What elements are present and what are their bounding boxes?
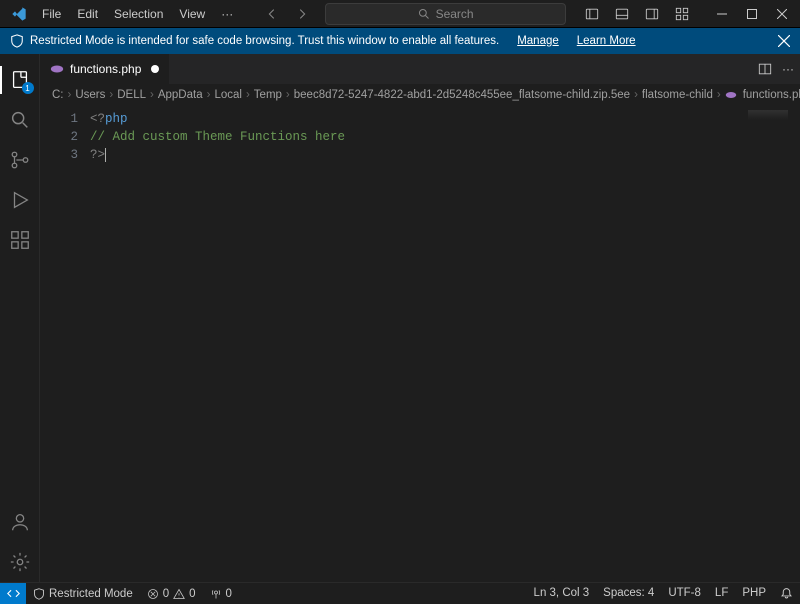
status-language[interactable]: PHP <box>735 587 773 599</box>
shield-icon <box>10 34 24 48</box>
status-encoding[interactable]: UTF-8 <box>661 587 708 599</box>
activity-explorer[interactable]: 1 <box>0 60 40 100</box>
warning-icon <box>173 588 185 600</box>
activity-run-debug[interactable] <box>0 180 40 220</box>
activity-source-control[interactable] <box>0 140 40 180</box>
manage-link[interactable]: Manage <box>517 35 559 47</box>
vscode-logo-icon <box>10 5 28 23</box>
line-gutter: 1 2 3 <box>40 106 90 582</box>
status-eol[interactable]: LF <box>708 587 735 599</box>
status-notifications[interactable] <box>773 587 800 600</box>
notification-message: Restricted Mode is intended for safe cod… <box>30 35 499 47</box>
window-close-button[interactable] <box>768 2 796 26</box>
error-icon <box>147 588 159 600</box>
breadcrumb-file[interactable]: functions.php <box>743 89 800 101</box>
menu-view[interactable]: View <box>171 3 213 25</box>
layout-icons <box>578 2 696 26</box>
breadcrumb-item[interactable]: Users <box>75 89 105 101</box>
line-number: 2 <box>40 128 78 146</box>
menu-edit[interactable]: Edit <box>69 3 106 25</box>
status-ports[interactable]: 0 <box>203 583 239 604</box>
line-number: 1 <box>40 110 78 128</box>
status-bar: Restricted Mode 0 0 0 Ln 3, Col 3 Spaces… <box>0 582 800 604</box>
minimap[interactable] <box>748 110 788 120</box>
restricted-mode-banner: Restricted Mode is intended for safe cod… <box>0 28 800 54</box>
status-indentation[interactable]: Spaces: 4 <box>596 587 661 599</box>
breadcrumb-item[interactable]: AppData <box>158 89 203 101</box>
toggle-primary-sidebar-icon[interactable] <box>578 2 606 26</box>
php-file-icon <box>725 89 737 101</box>
nav-arrows <box>261 3 313 25</box>
editor-actions: ··· <box>752 54 800 84</box>
nav-back-button[interactable] <box>261 3 283 25</box>
search-icon <box>418 8 430 20</box>
tab-dirty-indicator <box>151 65 159 73</box>
editor-more-icon[interactable]: ··· <box>782 62 794 76</box>
toggle-panel-icon[interactable] <box>608 2 636 26</box>
activity-accounts[interactable] <box>0 502 40 542</box>
nav-forward-button[interactable] <box>291 3 313 25</box>
split-editor-icon[interactable] <box>758 62 772 76</box>
code-content[interactable]: <?php // Add custom Theme Functions here… <box>90 106 800 582</box>
breadcrumb-item[interactable]: C: <box>52 89 64 101</box>
activity-search[interactable] <box>0 100 40 140</box>
menu-file[interactable]: File <box>34 3 69 25</box>
customize-layout-icon[interactable] <box>668 2 696 26</box>
menu-selection[interactable]: Selection <box>106 3 171 25</box>
editor-area: functions.php ··· C:› Users› DELL› AppDa… <box>40 54 800 582</box>
tab-label: functions.php <box>70 62 141 76</box>
menu-more[interactable]: ··· <box>213 3 241 25</box>
shield-icon <box>33 588 45 600</box>
activity-bar: 1 <box>0 54 40 582</box>
status-problems[interactable]: 0 0 <box>140 583 203 604</box>
window-minimize-button[interactable] <box>708 2 736 26</box>
tab-functions-php[interactable]: functions.php <box>40 54 170 84</box>
editor-tabs: functions.php ··· <box>40 54 800 84</box>
php-file-icon <box>50 62 64 76</box>
search-placeholder: Search <box>436 7 474 21</box>
breadcrumb-item[interactable]: Temp <box>254 89 282 101</box>
command-center-search[interactable]: Search <box>325 3 566 25</box>
code-line[interactable]: // Add custom Theme Functions here <box>90 128 800 146</box>
main-area: 1 functions.php <box>0 54 800 582</box>
line-number: 3 <box>40 146 78 164</box>
status-cursor-position[interactable]: Ln 3, Col 3 <box>527 587 597 599</box>
activity-settings[interactable] <box>0 542 40 582</box>
breadcrumb-item[interactable]: DELL <box>117 89 146 101</box>
toggle-secondary-sidebar-icon[interactable] <box>638 2 666 26</box>
bell-icon <box>780 587 793 600</box>
learn-more-link[interactable]: Learn More <box>577 35 636 47</box>
remote-indicator[interactable] <box>0 583 26 604</box>
breadcrumb-item[interactable]: beec8d72-5247-4822-abd1-2d5248c455ee_fla… <box>294 89 630 101</box>
code-line[interactable]: <?php <box>90 110 800 128</box>
notification-close-button[interactable] <box>778 35 790 47</box>
breadcrumb-item[interactable]: flatsome-child <box>642 89 713 101</box>
window-maximize-button[interactable] <box>738 2 766 26</box>
explorer-badge: 1 <box>22 82 34 94</box>
menu-bar: File Edit Selection View ··· <box>34 3 241 25</box>
status-restricted-mode[interactable]: Restricted Mode <box>26 583 140 604</box>
antenna-icon <box>210 588 222 600</box>
breadcrumb: C:› Users› DELL› AppData› Local› Temp› b… <box>40 84 800 106</box>
breadcrumb-item[interactable]: Local <box>214 89 242 101</box>
code-line[interactable]: ?> <box>90 146 800 164</box>
code-editor[interactable]: 1 2 3 <?php // Add custom Theme Function… <box>40 106 800 582</box>
title-bar: File Edit Selection View ··· Search <box>0 0 800 28</box>
activity-extensions[interactable] <box>0 220 40 260</box>
